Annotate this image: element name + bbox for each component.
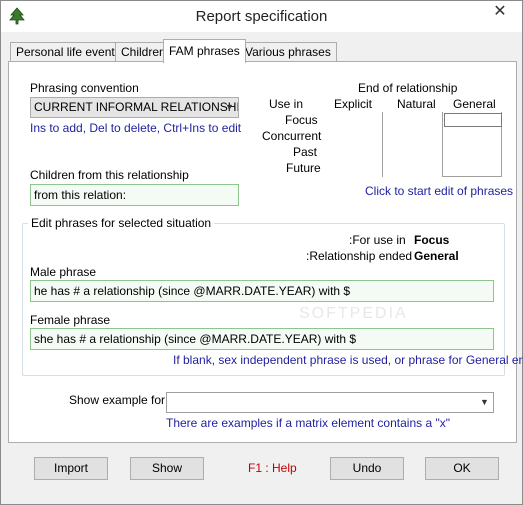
edit-phrases-group-title: Edit phrases for selected situation	[28, 216, 215, 230]
chevron-down-icon[interactable]: ▼	[476, 393, 493, 412]
phrasing-convention-label: Phrasing convention	[30, 81, 139, 95]
fam-phrases-panel: SOFTPEDIA Phrasing convention CURRENT IN…	[8, 61, 523, 443]
close-button[interactable]: ✕	[485, 2, 515, 22]
close-icon: ✕	[493, 3, 507, 20]
show-example-select[interactable]: ▼	[166, 392, 494, 413]
show-button[interactable]: Show	[130, 457, 204, 480]
use-in-label: Use in	[269, 97, 304, 111]
column-general: General	[453, 97, 496, 111]
click-hint: Click to start edit of phrases	[365, 184, 514, 198]
phrasing-hint: Ins to add, Del to delete, Ctrl+Ins to e…	[30, 121, 242, 135]
children-label: Children from this relationship	[30, 168, 189, 182]
row-future: Future	[286, 161, 321, 175]
for-use-in-value: Focus	[414, 233, 450, 247]
relationship-ended-value: General	[414, 249, 459, 263]
matrix-cell-focus-general[interactable]	[444, 113, 502, 127]
male-phrase-label: Male phrase	[30, 265, 97, 279]
example-hint: There are examples if a matrix element c…	[166, 416, 450, 430]
ok-button[interactable]: OK	[425, 457, 499, 480]
relationship-ended-label: :Relationship ended	[306, 249, 413, 263]
female-phrase-label: Female phrase	[30, 313, 111, 327]
phrasing-convention-value: CURRENT INFORMAL RELATIONSHI	[34, 100, 239, 114]
matrix-divider	[442, 112, 443, 177]
undo-button[interactable]: Undo	[330, 457, 404, 480]
matrix-divider	[382, 112, 383, 177]
tab-various-phrases[interactable]: Various phrases	[239, 42, 337, 62]
import-button[interactable]: Import	[34, 457, 108, 480]
row-concurrent: Concurrent	[262, 129, 322, 143]
chevron-down-icon[interactable]: ▼	[221, 98, 238, 117]
row-past: Past	[293, 145, 318, 159]
phrasing-convention-select[interactable]: CURRENT INFORMAL RELATIONSHI ▼	[30, 97, 239, 118]
tab-fam-phrases[interactable]: FAM phrases	[163, 39, 246, 63]
column-natural: Natural	[397, 97, 436, 111]
children-field[interactable]: from this relation:	[30, 184, 239, 206]
help-hint: F1 : Help	[248, 461, 297, 475]
report-specification-window: Report specification ✕ Personal life eve…	[0, 0, 523, 505]
for-use-in-label: :For use in	[349, 233, 406, 247]
column-explicit: Explicit	[334, 97, 373, 111]
female-phrase-field[interactable]: she has # a relationship (since @MARR.DA…	[30, 328, 494, 350]
matrix-divider	[442, 176, 502, 177]
row-focus: Focus	[285, 113, 318, 127]
tab-personal-life-events[interactable]: Personal life events	[10, 42, 127, 62]
window-title: Report specification	[195, 8, 328, 25]
matrix-title: End of relationship	[358, 81, 458, 95]
blank-phrase-hint: If blank, sex independent phrase is used…	[173, 353, 523, 367]
male-phrase-field[interactable]: he has # a relationship (since @MARR.DAT…	[30, 280, 494, 302]
title-bar: Report specification ✕	[1, 1, 522, 32]
show-example-label: Show example for	[69, 393, 166, 407]
